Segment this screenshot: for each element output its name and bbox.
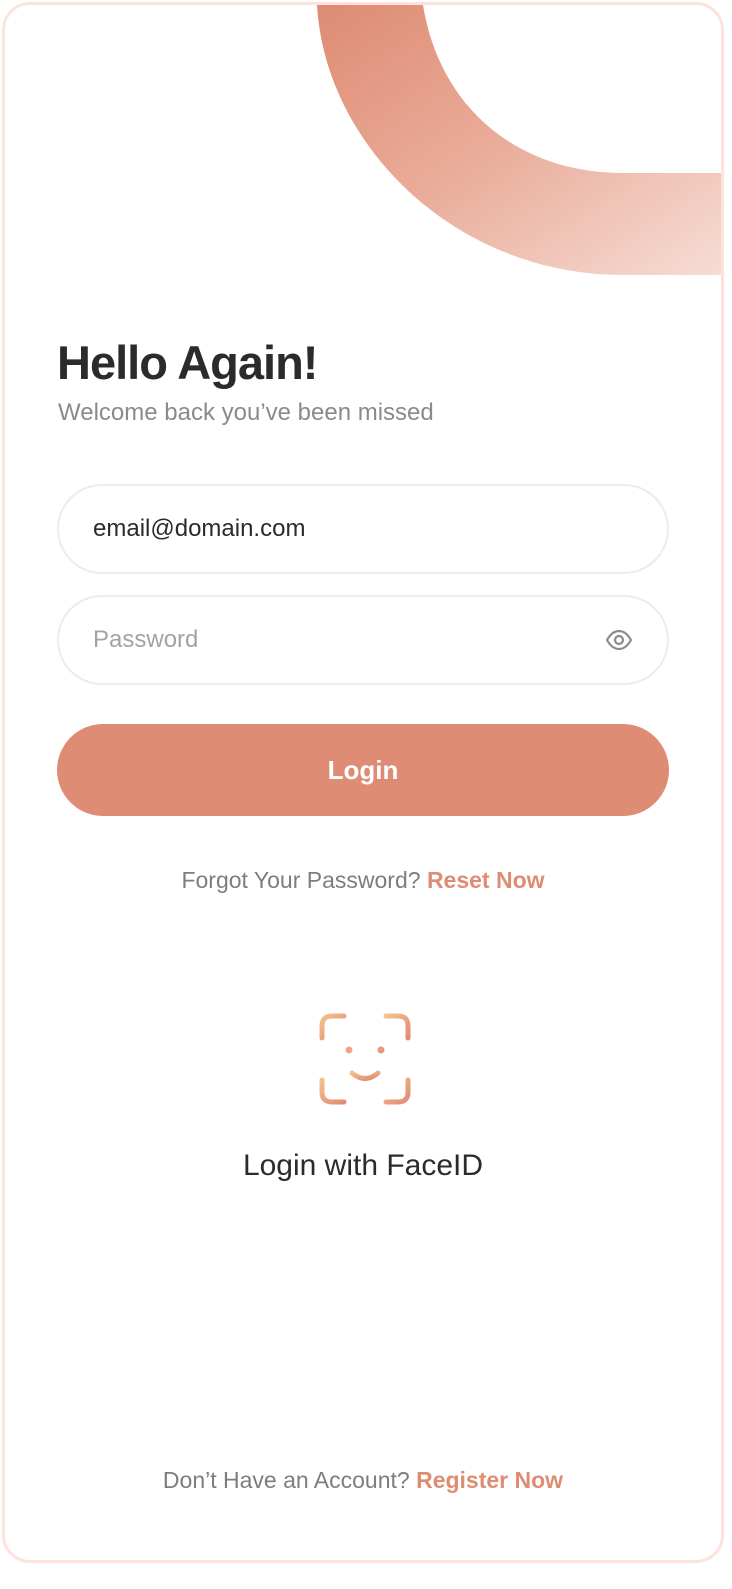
register-now-link[interactable]: Register Now bbox=[416, 1467, 563, 1493]
face-id-icon[interactable] bbox=[318, 1012, 412, 1106]
login-button[interactable]: Login bbox=[57, 724, 669, 816]
register-prompt: Don’t Have an Account? bbox=[162, 1467, 410, 1493]
eye-icon[interactable] bbox=[605, 627, 633, 653]
login-screen: Hello Again! Welcome back you’ve been mi… bbox=[2, 2, 724, 1563]
faceid-login-label[interactable]: Login with FaceID bbox=[5, 1149, 721, 1183]
email-field[interactable] bbox=[93, 486, 563, 572]
page-title: Hello Again! bbox=[57, 336, 318, 389]
password-field-container bbox=[57, 595, 669, 685]
email-field-container bbox=[57, 484, 669, 574]
forgot-password-prompt: Forgot Your Password? bbox=[181, 867, 421, 893]
reset-now-link[interactable]: Reset Now bbox=[427, 867, 545, 893]
page-subtitle: Welcome back you’ve been missed bbox=[58, 399, 434, 426]
forgot-password-row: Forgot Your Password? Reset Now bbox=[5, 867, 721, 894]
password-field[interactable] bbox=[93, 597, 563, 683]
register-row: Don’t Have an Account? Register Now bbox=[5, 1467, 721, 1494]
decorative-arc bbox=[317, 5, 721, 275]
